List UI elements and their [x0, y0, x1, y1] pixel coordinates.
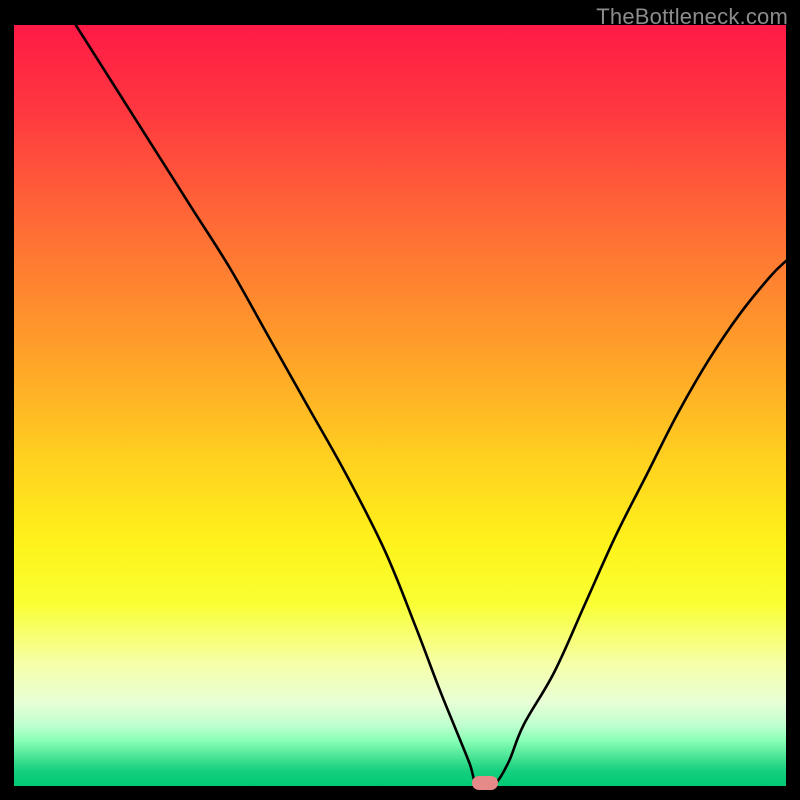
- bottleneck-curve: [14, 25, 786, 786]
- chart-frame: TheBottleneck.com: [0, 0, 800, 800]
- plot-area: [14, 25, 786, 786]
- watermark-text: TheBottleneck.com: [596, 4, 788, 30]
- bottleneck-marker: [472, 776, 498, 790]
